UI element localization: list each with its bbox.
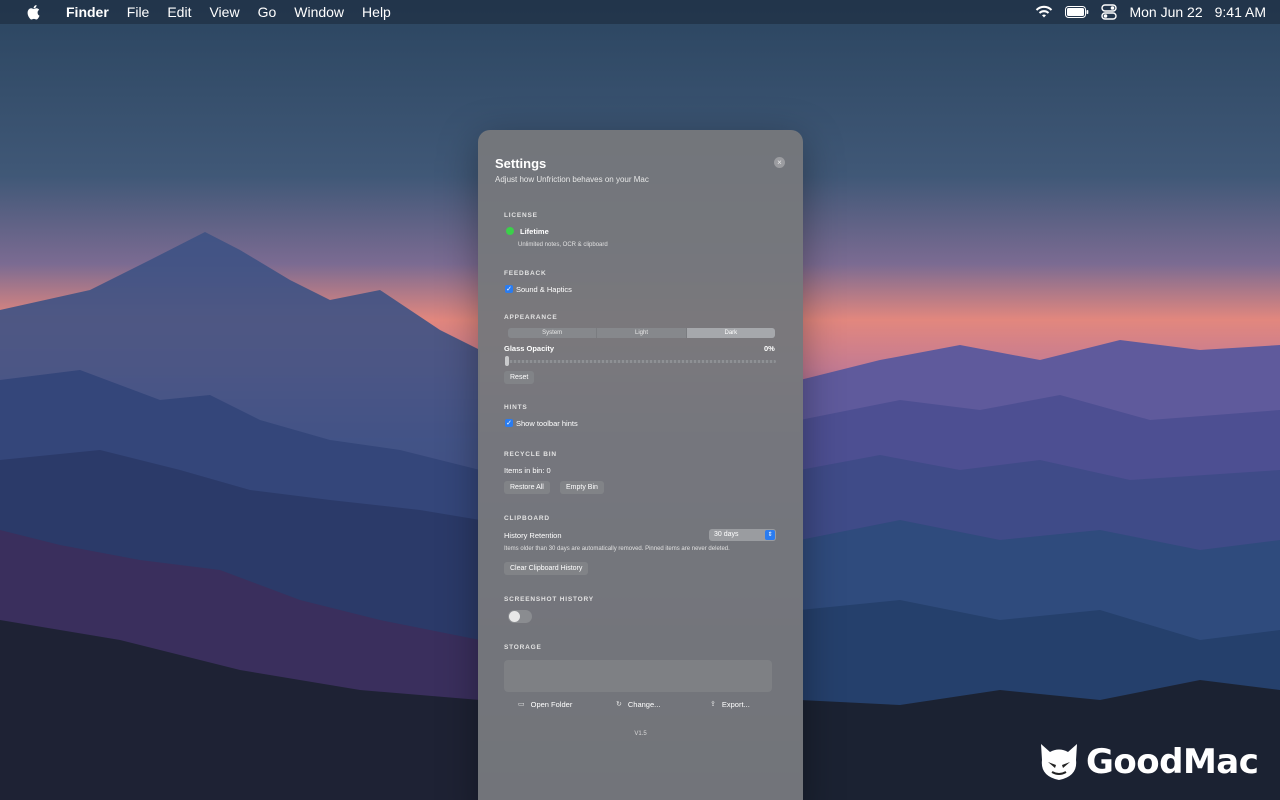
change-storage-button[interactable]: ↻ Change... (616, 697, 660, 711)
menu-go[interactable]: Go (258, 4, 277, 20)
appearance-option-light[interactable]: Light (597, 328, 687, 338)
wifi-icon[interactable] (1035, 5, 1053, 19)
settings-title: Settings (495, 156, 547, 171)
menu-time[interactable]: 9:41 AM (1215, 4, 1266, 20)
toolbar-hints-label: Show toolbar hints (516, 419, 578, 428)
license-status-icon (506, 227, 514, 235)
sound-haptics-label: Sound & Haptics (516, 285, 572, 294)
empty-bin-button[interactable]: Empty Bin (560, 481, 604, 494)
export-icon: ⇪ (710, 701, 716, 708)
menu-file[interactable]: File (127, 4, 150, 20)
clipboard-retention-note: Items older than 30 days are automatical… (504, 546, 730, 552)
menu-view[interactable]: View (209, 4, 239, 20)
settings-panel: Settings Adjust how Unfriction behaves o… (478, 130, 803, 800)
menu-app-name[interactable]: Finder (66, 4, 109, 20)
goodmac-watermark: GoodMac (1038, 742, 1259, 782)
checkmark-icon: ✓ (506, 419, 512, 427)
toggle-knob (509, 611, 520, 622)
section-screenshot-history-label: SCREENSHOT HISTORY (504, 596, 594, 603)
change-label: Change... (627, 699, 661, 709)
reset-button[interactable]: Reset (504, 371, 535, 384)
apple-logo-icon[interactable] (26, 3, 42, 21)
checkmark-icon: ✓ (506, 285, 512, 293)
restore-all-button[interactable]: Restore All (504, 481, 550, 494)
clear-clipboard-history-button[interactable]: Clear Clipboard History (504, 562, 589, 575)
section-clipboard-label: CLIPBOARD (504, 515, 550, 522)
control-center-icon[interactable] (1101, 4, 1118, 20)
select-arrows-icon: ⇕ (765, 530, 775, 540)
license-status: Lifetime (520, 227, 549, 236)
settings-subtitle: Adjust how Unfriction behaves on your Ma… (495, 175, 649, 184)
open-folder-button[interactable]: ▭ Open Folder (518, 697, 572, 711)
appearance-option-dark[interactable]: Dark (686, 328, 775, 338)
toolbar-hints-checkbox[interactable]: ✓ (505, 419, 513, 427)
items-in-bin: Items in bin: 0 (504, 466, 551, 475)
goodmac-logo-icon (1041, 744, 1077, 780)
export-label: Export... (721, 699, 750, 709)
glass-opacity-value: 0% (764, 344, 775, 353)
goodmac-brand-text: GoodMac (1086, 742, 1259, 782)
close-icon: × (777, 157, 782, 167)
glass-opacity-slider-thumb[interactable] (505, 356, 509, 366)
menu-edit[interactable]: Edit (167, 4, 191, 20)
appearance-option-system[interactable]: System (508, 328, 598, 338)
history-retention-value: 30 days (714, 531, 739, 538)
export-button[interactable]: ⇪ Export... (710, 697, 750, 711)
open-folder-label: Open Folder (530, 699, 573, 709)
app-version: V1.5 (634, 731, 647, 737)
section-license-label: LICENSE (504, 212, 538, 219)
section-storage-label: STORAGE (504, 644, 542, 651)
storage-path-box (504, 660, 772, 692)
section-feedback-label: FEEDBACK (504, 270, 547, 277)
appearance-segmented-control: System Light Dark (508, 328, 775, 338)
license-description: Unlimited notes, OCR & clipboard (518, 242, 608, 248)
glass-opacity-slider[interactable] (506, 360, 776, 363)
glass-opacity-label: Glass Opacity (504, 344, 555, 353)
history-retention-label: History Retention (504, 531, 562, 540)
close-button[interactable]: × (774, 157, 785, 168)
section-appearance-label: APPEARANCE (504, 314, 558, 321)
menu-window[interactable]: Window (294, 4, 344, 20)
section-hints-label: HINTS (504, 404, 528, 411)
menu-bar: Finder File Edit View Go Window Help Mon… (0, 0, 1280, 24)
history-retention-select[interactable]: 30 days ⇕ (709, 529, 776, 541)
screenshot-history-toggle[interactable] (508, 610, 532, 623)
sound-haptics-checkbox[interactable]: ✓ (505, 285, 513, 293)
battery-icon[interactable] (1065, 6, 1089, 18)
section-recycle-bin-label: RECYCLE BIN (504, 451, 557, 458)
change-icon: ↻ (616, 701, 622, 708)
menu-date[interactable]: Mon Jun 22 (1129, 4, 1202, 20)
folder-icon: ▭ (518, 701, 525, 708)
menu-help[interactable]: Help (362, 4, 391, 20)
